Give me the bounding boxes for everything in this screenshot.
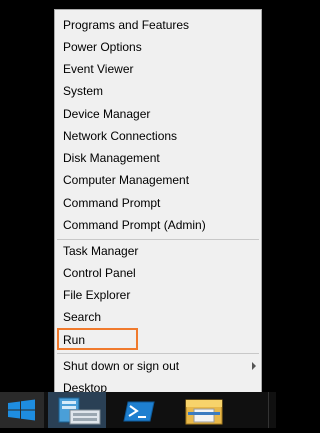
powershell-icon	[123, 401, 155, 422]
file-explorer-icon	[185, 399, 223, 425]
menu-item-event-viewer[interactable]: Event Viewer	[63, 58, 133, 80]
menu-item-command-prompt[interactable]: Command Prompt	[63, 192, 160, 214]
show-desktop-button[interactable]	[268, 392, 277, 428]
menu-item-run[interactable]: Run	[63, 329, 85, 351]
windows-start-icon	[8, 399, 35, 421]
winx-context-menu: Programs and Features Power Options Even…	[54, 9, 262, 399]
menu-item-control-panel[interactable]: Control Panel	[63, 262, 136, 284]
menu-item-shut-down-or-sign-out[interactable]: Shut down or sign out	[63, 355, 179, 377]
powershell-taskbar-button[interactable]	[116, 392, 166, 428]
menu-item-file-explorer[interactable]: File Explorer	[63, 284, 130, 306]
menu-item-search[interactable]: Search	[63, 306, 101, 328]
start-button[interactable]	[0, 392, 44, 428]
server-manager-taskbar-button[interactable]	[48, 392, 106, 428]
taskbar	[0, 392, 276, 428]
menu-item-system[interactable]: System	[63, 80, 103, 102]
menu-item-disk-management[interactable]: Disk Management	[63, 147, 160, 169]
menu-item-network-connections[interactable]: Network Connections	[63, 125, 177, 147]
menu-item-task-manager[interactable]: Task Manager	[63, 240, 138, 262]
file-explorer-taskbar-button[interactable]	[180, 392, 230, 428]
menu-item-command-prompt-admin[interactable]: Command Prompt (Admin)	[63, 214, 206, 236]
menu-item-programs-and-features[interactable]: Programs and Features	[63, 14, 189, 36]
menu-item-computer-management[interactable]: Computer Management	[63, 169, 189, 191]
menu-item-device-manager[interactable]: Device Manager	[63, 103, 150, 125]
server-manager-icon	[58, 397, 101, 425]
menu-item-power-options[interactable]: Power Options	[63, 36, 142, 58]
menu-separator	[57, 353, 259, 354]
submenu-arrow-icon	[252, 362, 256, 370]
